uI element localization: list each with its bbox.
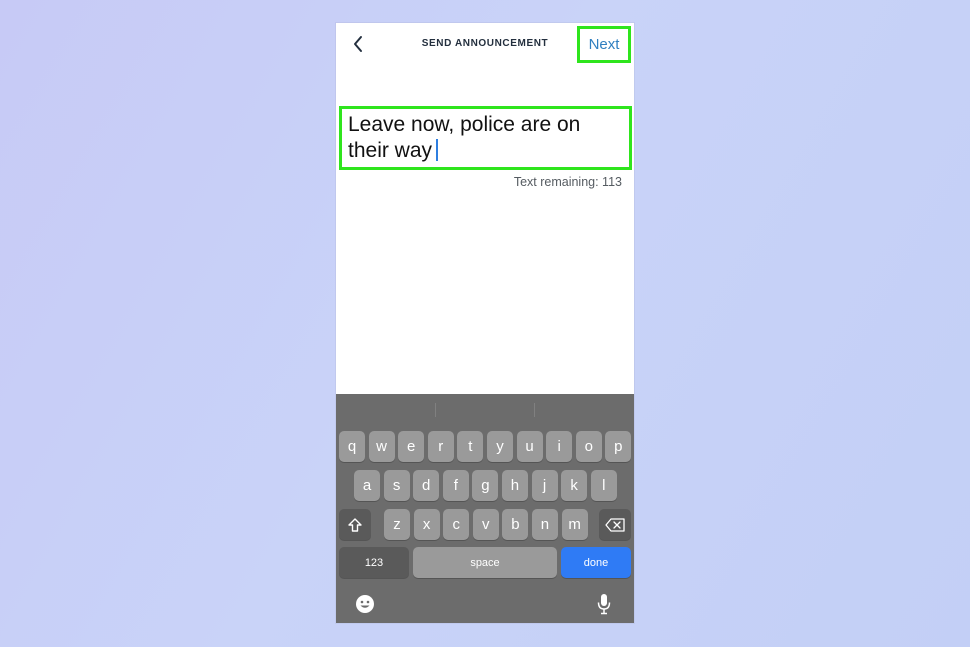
key-i[interactable]: i [546,431,573,462]
space-key[interactable]: space [413,547,557,578]
key-y[interactable]: y [486,431,513,462]
chevron-left-icon [354,36,362,52]
keyboard-row-3: zxcvbnm [384,509,591,540]
key-f[interactable]: f [442,470,469,501]
page-title: SEND ANNOUNCEMENT [421,38,549,49]
dictation-button[interactable] [592,592,616,616]
message-input[interactable]: Leave now, police are on their way [339,106,632,170]
phone-screen: SEND ANNOUNCEMENT Next Leave now, police… [336,23,634,623]
suggestion-divider [435,403,436,417]
message-text: Leave now, police are on their way [348,113,581,162]
key-n[interactable]: n [531,509,558,540]
done-key[interactable]: done [561,547,631,578]
suggestion-bar [336,394,634,424]
key-s[interactable]: s [383,470,410,501]
back-button[interactable] [346,32,370,56]
emoji-button[interactable] [353,592,377,616]
text-remaining-counter: Text remaining: 113 [513,175,622,189]
key-g[interactable]: g [472,470,499,501]
delete-key[interactable] [599,509,631,540]
on-screen-keyboard: qwertyuiop asdfghjkl zxcvbnm 123 space d… [336,394,634,623]
key-q[interactable]: q [339,431,365,462]
key-d[interactable]: d [413,470,440,501]
key-t[interactable]: t [457,431,484,462]
key-m[interactable]: m [561,509,588,540]
suggestion-divider [534,403,535,417]
keyboard-row-1: qwertyuiop [339,431,634,462]
key-l[interactable]: l [590,470,617,501]
key-e[interactable]: e [398,431,425,462]
key-u[interactable]: u [516,431,543,462]
key-r[interactable]: r [427,431,454,462]
next-button[interactable]: Next [577,26,631,63]
key-k[interactable]: k [561,470,588,501]
emoji-icon [356,595,374,613]
key-w[interactable]: w [368,431,395,462]
key-a[interactable]: a [354,470,380,501]
keyboard-row-2: asdfghjkl [354,470,620,501]
key-c[interactable]: c [443,509,470,540]
numbers-key[interactable]: 123 [339,547,409,578]
shift-icon [348,517,362,532]
key-h[interactable]: h [501,470,528,501]
backspace-icon [605,517,625,532]
microphone-icon [597,594,611,615]
key-b[interactable]: b [502,509,529,540]
shift-key[interactable] [339,509,371,540]
text-caret [436,139,439,161]
key-x[interactable]: x [413,509,440,540]
key-z[interactable]: z [384,509,410,540]
key-v[interactable]: v [472,509,499,540]
header-bar: SEND ANNOUNCEMENT Next [336,23,634,65]
key-p[interactable]: p [605,431,632,462]
key-o[interactable]: o [575,431,602,462]
key-j[interactable]: j [531,470,558,501]
